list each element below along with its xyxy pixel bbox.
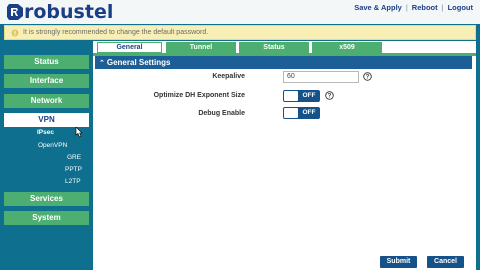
tab-x509[interactable]: x509 — [312, 42, 382, 53]
section-title: General Settings — [106, 58, 171, 67]
sidebar-item-status[interactable]: Status — [4, 55, 89, 69]
save-apply-link[interactable]: Save & Apply — [354, 3, 402, 12]
sidebar-subitem-openvpn[interactable]: OpenVPN — [38, 142, 88, 150]
debug-enable-toggle[interactable]: OFF — [283, 107, 320, 119]
separator: | — [441, 3, 444, 12]
sidebar-item-services[interactable]: Services — [4, 192, 89, 206]
mouse-pointer-icon — [75, 127, 83, 138]
svg-text:?: ? — [366, 75, 370, 81]
optimize-dh-label: Optimize DH Exponent Size — [153, 92, 245, 99]
reboot-link[interactable]: Reboot — [412, 3, 438, 12]
tab-tunnel[interactable]: Tunnel — [166, 42, 236, 53]
keepalive-label: Keepalive — [212, 73, 245, 80]
sidebar-item-network[interactable]: Network — [4, 94, 89, 108]
submit-button[interactable]: Submit — [380, 256, 417, 268]
help-icon[interactable]: ? — [325, 91, 334, 100]
sidebar-item-interface[interactable]: Interface — [4, 74, 89, 88]
keepalive-input[interactable]: 60 — [283, 71, 359, 83]
help-icon[interactable]: ? — [363, 72, 372, 81]
header-links: Save & Apply | Reboot | Logout — [354, 3, 473, 12]
robustel-logo-icon — [7, 4, 23, 20]
warning-text: It is strongly recommended to change the… — [23, 29, 209, 36]
warning-icon — [11, 29, 19, 36]
sidebar-item-system[interactable]: System — [4, 211, 89, 225]
tab-status[interactable]: Status — [239, 42, 309, 53]
cancel-button[interactable]: Cancel — [427, 256, 464, 268]
sidebar-item-vpn[interactable]: VPN — [4, 113, 89, 127]
brand-name: robustel — [24, 1, 114, 23]
tab-general[interactable]: General — [97, 42, 162, 53]
main-panel: General Tunnel Status x509 ⌃ General Sett… — [93, 41, 476, 270]
toggle-state: OFF — [302, 109, 316, 116]
chevron-up-icon: ⌃ — [99, 60, 105, 67]
toggle-state: OFF — [302, 92, 316, 99]
toggle-knob — [284, 91, 298, 101]
top-header: robustel Save & Apply | Reboot | Logout — [0, 0, 480, 24]
debug-enable-label: Debug Enable — [198, 110, 245, 117]
separator: | — [405, 3, 408, 12]
optimize-dh-toggle[interactable]: OFF — [283, 90, 320, 102]
logout-link[interactable]: Logout — [448, 3, 473, 12]
password-warning-banner: It is strongly recommended to change the… — [4, 25, 476, 40]
toggle-knob — [284, 108, 298, 118]
svg-text:?: ? — [328, 94, 332, 100]
general-settings-header[interactable]: ⌃ General Settings — [95, 56, 472, 69]
